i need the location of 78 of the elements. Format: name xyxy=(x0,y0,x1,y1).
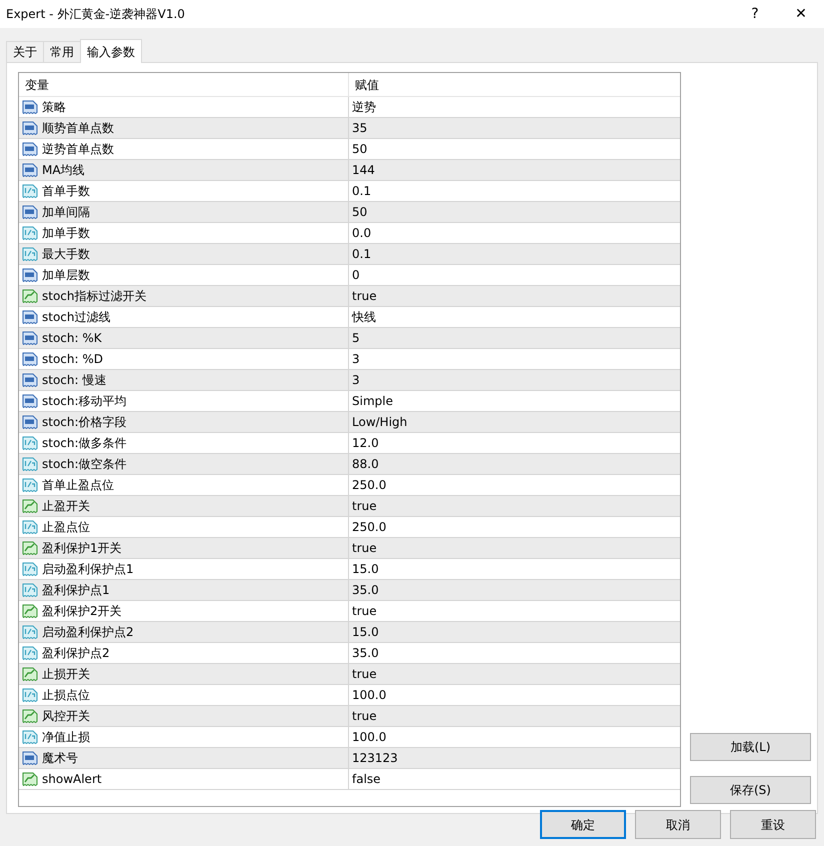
parameter-value[interactable]: 88.0 xyxy=(349,455,379,473)
parameter-name: 加单手数 xyxy=(42,225,90,242)
parameter-value[interactable]: 35 xyxy=(349,119,368,137)
parameter-value[interactable]: 35.0 xyxy=(349,644,379,662)
parameter-name: stoch过滤线 xyxy=(42,309,111,326)
parameter-name: 加单层数 xyxy=(42,267,90,284)
parameter-name: 盈利保护2开关 xyxy=(42,603,122,620)
dialog-button[interactable]: 取消 xyxy=(635,810,721,839)
parameter-name: 顺势首单点数 xyxy=(42,120,114,137)
parameter-name: stoch:移动平均 xyxy=(42,393,127,410)
parameter-name: 启动盈利保护点1 xyxy=(42,561,134,578)
parameter-value[interactable]: 250.0 xyxy=(349,518,386,536)
side-button[interactable]: 加载(L) xyxy=(690,733,811,761)
parameter-name: 风控开关 xyxy=(42,708,90,725)
parameter-value[interactable]: 5 xyxy=(349,329,360,347)
parameter-value[interactable]: 100.0 xyxy=(349,728,386,746)
parameter-value[interactable]: 15.0 xyxy=(349,623,379,641)
parameter-name: 魔术号 xyxy=(42,750,78,767)
dialog-button[interactable]: 重设 xyxy=(730,810,816,839)
parameter-name: 盈利保护1开关 xyxy=(42,540,122,557)
parameter-value[interactable]: true xyxy=(349,497,377,515)
parameter-value[interactable]: Simple xyxy=(349,392,393,410)
dialog-button[interactable]: 确定 xyxy=(540,810,626,839)
column-header[interactable]: 变量 xyxy=(19,73,349,96)
parameter-value[interactable]: Low/High xyxy=(349,413,408,431)
parameter-value[interactable]: true xyxy=(349,602,377,620)
parameter-value[interactable]: 250.0 xyxy=(349,476,386,494)
parameter-value[interactable]: 50 xyxy=(349,203,368,221)
parameter-name: 首单止盈点位 xyxy=(42,477,114,494)
parameter-value[interactable]: 123123 xyxy=(349,749,398,767)
parameter-name: 止盈开关 xyxy=(42,498,90,515)
parameter-value[interactable]: 0 xyxy=(349,266,360,284)
parameter-name: stoch:做空条件 xyxy=(42,456,127,473)
parameter-name: MA均线 xyxy=(42,162,85,179)
parameter-name: 最大手数 xyxy=(42,246,90,263)
parameter-value[interactable]: 0.1 xyxy=(349,182,372,200)
parameter-value[interactable]: 逆势 xyxy=(349,98,376,116)
close-button[interactable]: ✕ xyxy=(778,0,824,28)
parameter-value[interactable]: 3 xyxy=(349,371,360,389)
tab[interactable]: 关于 xyxy=(6,41,44,62)
parameter-name: 首单手数 xyxy=(42,183,90,200)
parameter-name: showAlert xyxy=(42,771,102,788)
parameter-name: 止盈点位 xyxy=(42,519,90,536)
parameter-value[interactable]: 50 xyxy=(349,140,368,158)
parameter-value[interactable]: true xyxy=(349,539,377,557)
parameter-value[interactable]: 35.0 xyxy=(349,581,379,599)
parameter-value[interactable]: 15.0 xyxy=(349,560,379,578)
parameter-value[interactable]: 12.0 xyxy=(349,434,379,452)
parameter-value[interactable]: 144 xyxy=(349,161,375,179)
parameter-name: 策略 xyxy=(42,99,66,116)
tab[interactable]: 输入参数 xyxy=(80,39,142,63)
parameter-name: 盈利保护点1 xyxy=(42,582,110,599)
parameter-name: 逆势首单点数 xyxy=(42,141,114,158)
side-button[interactable]: 保存(S) xyxy=(690,776,811,804)
parameter-value[interactable]: true xyxy=(349,665,377,683)
help-button[interactable]: ? xyxy=(732,0,778,28)
parameter-value[interactable]: 0.0 xyxy=(349,224,372,242)
column-header[interactable]: 赋值 xyxy=(349,73,379,96)
parameter-name: stoch指标过滤开关 xyxy=(42,288,147,305)
parameter-name: stoch: 慢速 xyxy=(42,372,106,389)
parameter-value[interactable]: 100.0 xyxy=(349,686,386,704)
parameter-value[interactable]: true xyxy=(349,707,377,725)
parameter-value[interactable]: 快线 xyxy=(349,308,376,326)
parameter-name: 盈利保护点2 xyxy=(42,645,110,662)
parameter-name: 启动盈利保护点2 xyxy=(42,624,134,641)
parameter-name: 加单间隔 xyxy=(42,204,90,221)
parameter-name: stoch:价格字段 xyxy=(42,414,127,431)
parameter-value[interactable]: true xyxy=(349,287,377,305)
parameter-name: stoch: %K xyxy=(42,330,102,347)
parameter-name: 净值止损 xyxy=(42,729,90,746)
parameter-value[interactable]: 3 xyxy=(349,350,360,368)
parameter-name: 止损点位 xyxy=(42,687,90,704)
parameter-name: 止损开关 xyxy=(42,666,90,683)
parameter-name: stoch:做多条件 xyxy=(42,435,127,452)
parameter-value[interactable]: 0.1 xyxy=(349,245,372,263)
parameter-value[interactable]: false xyxy=(349,770,381,788)
window-title: Expert - 外汇黄金-逆袭神器V1.0 xyxy=(6,6,186,23)
parameter-name: stoch: %D xyxy=(42,351,104,368)
